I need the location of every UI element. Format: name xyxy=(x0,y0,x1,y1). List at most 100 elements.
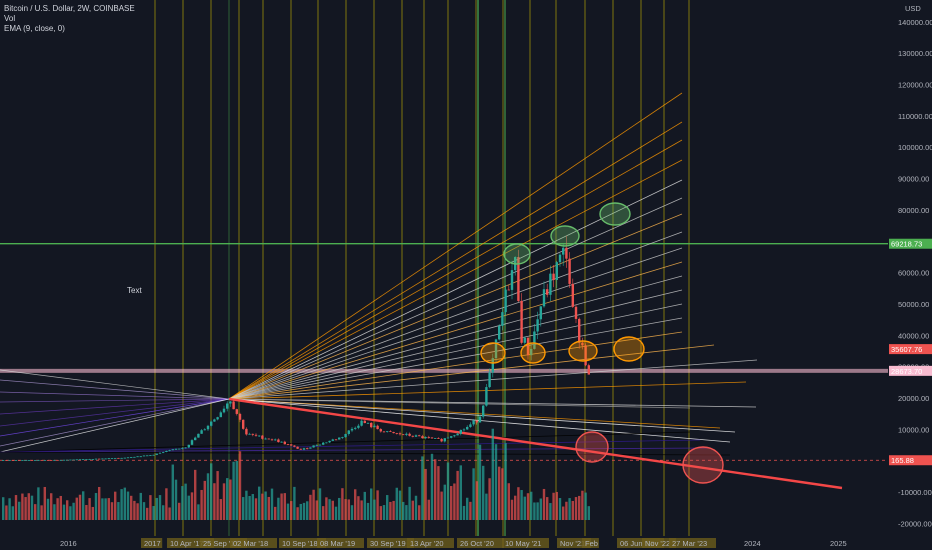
volume-bar xyxy=(293,486,296,520)
candle-body xyxy=(46,459,50,461)
candle-body xyxy=(101,458,104,460)
candle-body xyxy=(53,459,56,461)
highlight-ellipse[interactable] xyxy=(550,225,580,247)
volume-bar xyxy=(34,504,37,520)
candle-body xyxy=(507,289,510,291)
volume-bar xyxy=(277,497,280,520)
volume-bar xyxy=(5,505,8,520)
candle-body xyxy=(155,453,158,455)
candle-body xyxy=(478,416,482,423)
candle-body xyxy=(142,455,146,457)
volume-bar xyxy=(78,494,82,520)
highlight-ellipse[interactable] xyxy=(503,243,531,265)
volume-bar xyxy=(2,497,5,520)
candle-body xyxy=(421,436,424,439)
candle-body xyxy=(98,458,101,460)
candle-body xyxy=(261,435,264,439)
fan-line xyxy=(228,92,683,400)
candle-body xyxy=(424,437,427,439)
volume-bar xyxy=(485,493,488,520)
candle-body xyxy=(187,444,190,448)
volume-bar xyxy=(264,491,267,520)
candle-body xyxy=(386,431,389,432)
volume-bar xyxy=(123,487,126,520)
volume-bar xyxy=(344,499,347,520)
candle-body xyxy=(104,458,107,460)
fan-line xyxy=(228,331,683,400)
candle-body xyxy=(427,437,430,438)
volume-bar xyxy=(104,498,107,520)
price-chart[interactable]: Text -20000.00 -10000.00 10000.00 20000.00 30… xyxy=(0,0,932,550)
candle-body xyxy=(40,459,43,461)
candle-body xyxy=(114,457,117,459)
x-date-label: 2017 xyxy=(144,539,161,548)
volume-bar xyxy=(408,486,411,520)
candle-body xyxy=(242,419,245,429)
candle-body xyxy=(552,273,555,280)
volume-bar xyxy=(248,496,251,520)
volume-bar xyxy=(216,471,219,520)
volume-bar xyxy=(542,488,546,520)
volume-bar xyxy=(392,500,395,520)
volume-bar xyxy=(472,468,475,520)
annotation-text[interactable]: Text xyxy=(127,286,142,295)
candle-body xyxy=(459,429,462,434)
highlight-ellipse[interactable] xyxy=(520,342,546,364)
candle-body xyxy=(498,325,501,340)
x-year-label: 2025 xyxy=(830,539,847,548)
volume-bar xyxy=(386,495,389,520)
volume-bar xyxy=(174,479,178,520)
volume-bar xyxy=(389,501,392,520)
volume-bar xyxy=(338,497,341,520)
candle-body xyxy=(94,458,98,460)
volume-bar xyxy=(456,470,459,520)
volume-bar xyxy=(94,493,98,520)
volume-bar xyxy=(299,503,302,520)
volume-bar xyxy=(40,505,43,520)
volume-bar xyxy=(184,483,187,520)
volume-bar xyxy=(142,502,146,520)
fan-line xyxy=(228,159,683,400)
highlight-ellipse[interactable] xyxy=(568,340,598,362)
volume-bar xyxy=(334,506,338,520)
volume-bar xyxy=(587,506,590,520)
candle-body xyxy=(549,273,552,295)
highlight-ellipse[interactable] xyxy=(480,342,506,364)
highlight-ellipse[interactable] xyxy=(613,336,645,362)
x-date-label: 08 Mar '19 xyxy=(320,539,355,548)
highlight-ellipse[interactable] xyxy=(599,202,631,226)
candle-body xyxy=(235,409,238,414)
candle-body xyxy=(565,247,568,259)
volume-bar xyxy=(376,490,379,520)
candle-body xyxy=(462,429,466,431)
y-tick-label: -10000.00 xyxy=(898,488,932,497)
volume-bar xyxy=(459,465,462,520)
candle-body xyxy=(373,425,376,428)
volume-bar xyxy=(27,493,30,520)
candle-body xyxy=(472,420,475,425)
y-tick-label: 10000.00 xyxy=(898,425,929,434)
x-date-label: 26 Oct '20 xyxy=(460,539,494,548)
volume-bar xyxy=(24,497,27,520)
volume-bar xyxy=(290,501,293,520)
volume-bar xyxy=(549,503,552,520)
volume-bar xyxy=(178,502,181,520)
volume-bar xyxy=(130,495,133,520)
volume-bar xyxy=(373,499,376,520)
candle-body xyxy=(523,337,526,343)
candle-body xyxy=(117,457,120,459)
highlight-ellipse[interactable] xyxy=(575,431,609,463)
volume-bar xyxy=(190,492,194,520)
volume-bar xyxy=(437,466,440,520)
volume-bar xyxy=(62,504,66,520)
candle-body xyxy=(178,448,181,450)
highlight-ellipse[interactable] xyxy=(682,446,724,484)
fan-line xyxy=(0,398,230,427)
candle-body xyxy=(325,442,328,444)
candle-body xyxy=(165,450,168,453)
volume-bar xyxy=(395,487,398,520)
volume-bar xyxy=(56,498,59,520)
volume-bar xyxy=(306,501,309,520)
candle-body xyxy=(434,438,437,439)
volume-bar xyxy=(418,505,421,520)
